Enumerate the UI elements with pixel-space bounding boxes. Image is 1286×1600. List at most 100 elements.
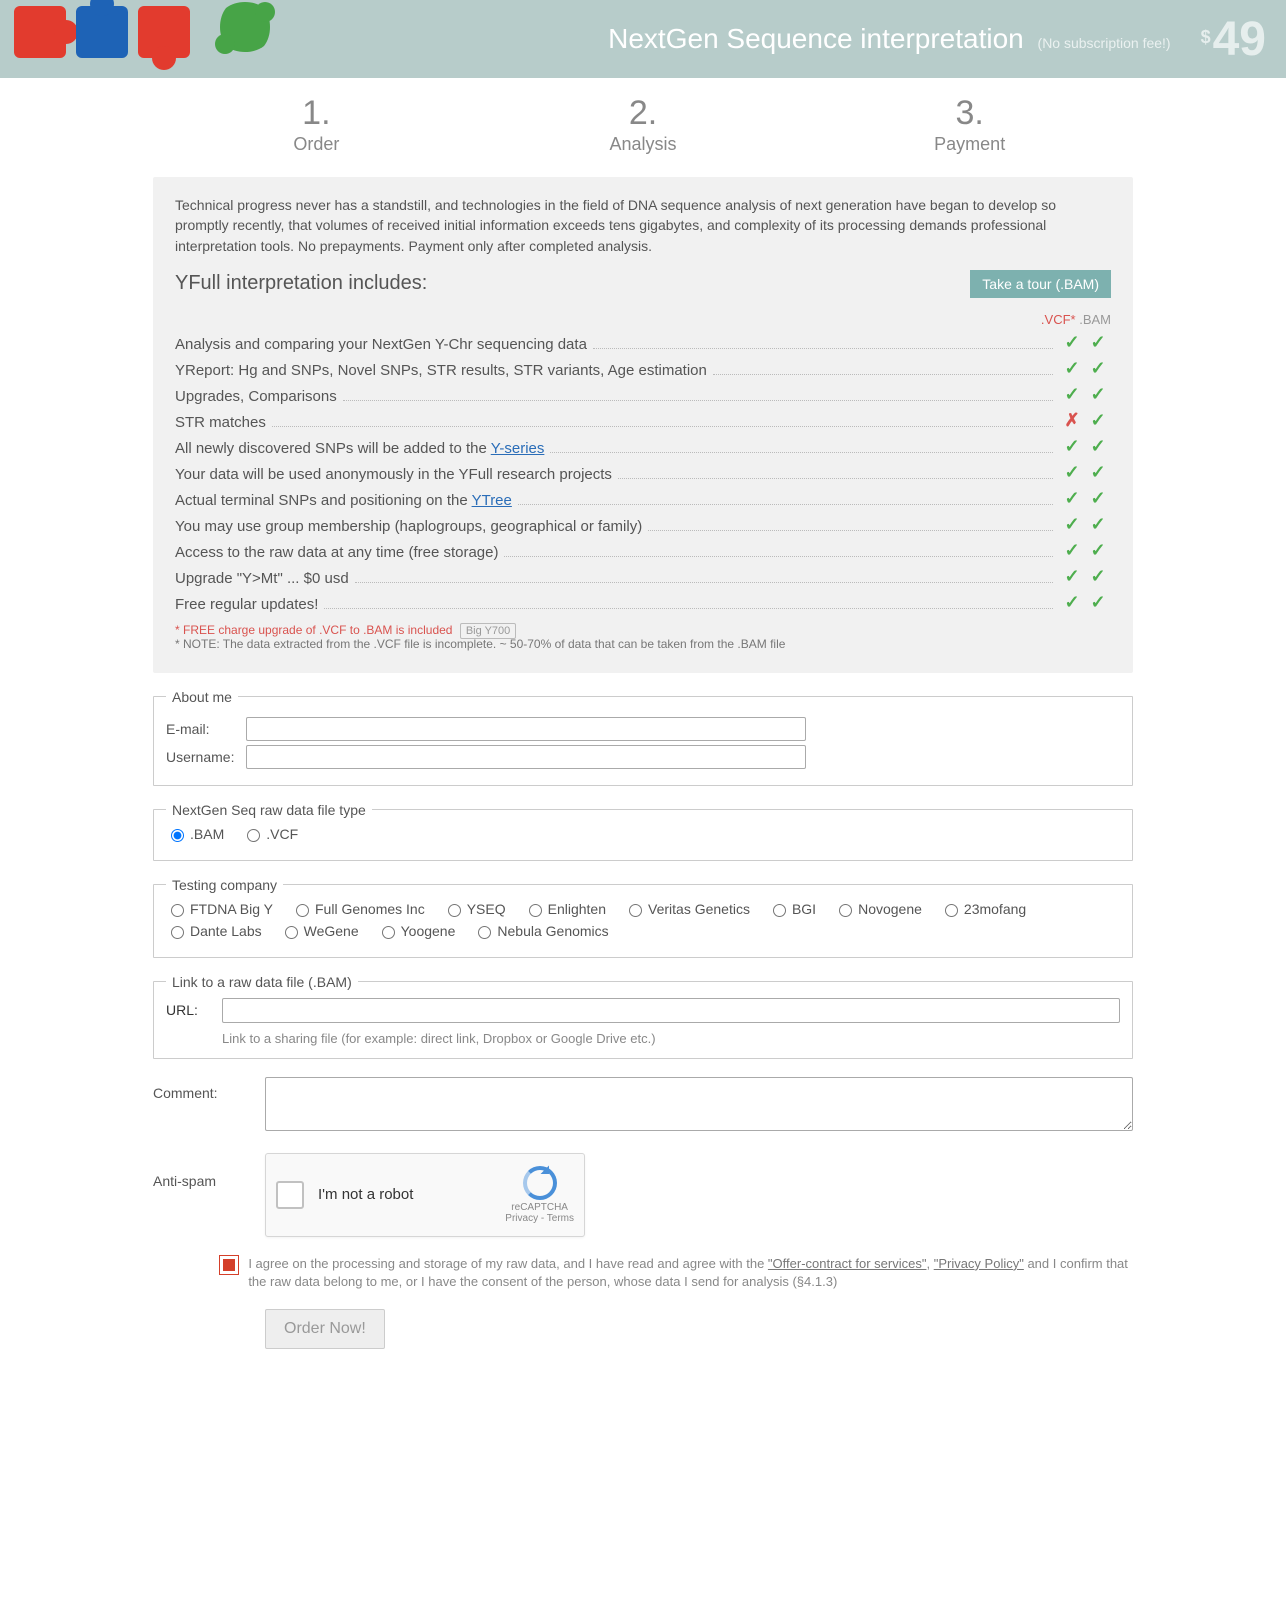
url-hint: Link to a sharing file (for example: dir… <box>222 1031 1120 1046</box>
company-radio[interactable] <box>285 926 298 939</box>
company-option[interactable]: Enlighten <box>524 901 606 917</box>
company-radio[interactable] <box>171 926 184 939</box>
header-bar: NextGen Sequence interpretation (No subs… <box>0 0 1286 78</box>
check-icon: ✓ <box>1085 514 1111 535</box>
feature-link[interactable]: YTree <box>472 492 512 509</box>
feature-row: YReport: Hg and SNPs, Novel SNPs, STR re… <box>175 358 1111 379</box>
price-badge: $49 <box>1201 12 1266 67</box>
company-option[interactable]: Nebula Genomics <box>473 923 608 939</box>
feature-row: Upgrades, Comparisons✓✓ <box>175 384 1111 405</box>
company-radio[interactable] <box>945 904 958 917</box>
company-radio[interactable] <box>629 904 642 917</box>
header-title: NextGen Sequence interpretation (No subs… <box>608 23 1170 55</box>
puzzle-logo <box>6 0 306 78</box>
check-icon: ✓ <box>1059 514 1085 535</box>
recaptcha-logo: reCAPTCHA Privacy - Terms <box>505 1166 574 1224</box>
company-radio[interactable] <box>839 904 852 917</box>
info-panel: Technical progress never has a standstil… <box>153 177 1133 673</box>
step-analysis: 2. Analysis <box>480 96 807 155</box>
company-option[interactable]: Yoogene <box>377 923 456 939</box>
step-payment: 3. Payment <box>806 96 1133 155</box>
feature-row: STR matches ✗✓ <box>175 410 1111 431</box>
company-option[interactable]: FTDNA Big Y <box>166 901 273 917</box>
feature-link[interactable]: Y-series <box>491 440 545 457</box>
feature-text: You may use group membership (haplogroup… <box>175 518 642 535</box>
company-radio[interactable] <box>171 904 184 917</box>
check-icon: ✓ <box>1085 488 1111 509</box>
company-option[interactable]: WeGene <box>280 923 359 939</box>
company-radio[interactable] <box>529 904 542 917</box>
feature-row: All newly discovered SNPs will be added … <box>175 436 1111 457</box>
username-label: Username: <box>166 749 246 765</box>
order-now-button[interactable]: Order Now! <box>265 1309 385 1349</box>
offer-contract-link[interactable]: "Offer-contract for services" <box>768 1256 927 1271</box>
feature-text: Your data will be used anonymously in th… <box>175 466 612 483</box>
step-order: 1. Order <box>153 96 480 155</box>
check-icon: ✓ <box>1085 436 1111 457</box>
includes-heading: YFull interpretation includes: <box>175 272 427 295</box>
progress-steps: 1. Order 2. Analysis 3. Payment <box>153 96 1133 155</box>
url-field[interactable] <box>222 998 1120 1023</box>
check-icon: ✓ <box>1085 462 1111 483</box>
feature-row: Access to the raw data at any time (free… <box>175 540 1111 561</box>
company-option[interactable]: Veritas Genetics <box>624 901 750 917</box>
feature-text: STR matches <box>175 414 266 431</box>
footnotes: * FREE charge upgrade of .VCF to .BAM is… <box>175 623 1111 651</box>
check-icon: ✓ <box>1085 540 1111 561</box>
feature-columns-header: .VCF* .BAM <box>175 312 1111 327</box>
check-icon: ✓ <box>1085 332 1111 353</box>
username-field[interactable] <box>246 745 806 769</box>
check-icon: ✓ <box>1059 384 1085 405</box>
take-tour-button[interactable]: Take a tour (.BAM) <box>970 270 1111 298</box>
order-form: About me E-mail: Username: NextGen Seq r… <box>153 689 1133 1349</box>
feature-row: Upgrade "Y>Mt" ... $0 usd ✓✓ <box>175 566 1111 587</box>
feature-row: Analysis and comparing your NextGen Y-Ch… <box>175 332 1111 353</box>
testing-company-fieldset: Testing company FTDNA Big Y Full Genomes… <box>153 877 1133 958</box>
raw-data-link-fieldset: Link to a raw data file (.BAM) URL: Link… <box>153 974 1133 1059</box>
feature-text: Free regular updates! <box>175 596 318 613</box>
company-radio[interactable] <box>773 904 786 917</box>
check-icon: ✓ <box>1059 592 1085 613</box>
privacy-policy-link[interactable]: "Privacy Policy" <box>934 1256 1024 1271</box>
feature-text: All newly discovered SNPs will be added … <box>175 440 544 457</box>
check-icon: ✓ <box>1059 462 1085 483</box>
feature-row: Your data will be used anonymously in th… <box>175 462 1111 483</box>
filetype-radio[interactable] <box>247 829 260 842</box>
check-icon: ✓ <box>1085 566 1111 587</box>
recaptcha-widget[interactable]: I'm not a robot reCAPTCHA Privacy - Term… <box>265 1153 585 1237</box>
check-icon: ✓ <box>1085 410 1111 431</box>
company-radio[interactable] <box>382 926 395 939</box>
check-icon: ✓ <box>1059 358 1085 379</box>
feature-row: Free regular updates!✓✓ <box>175 592 1111 613</box>
filetype-fieldset: NextGen Seq raw data file type .BAM .VCF <box>153 802 1133 861</box>
check-icon: ✓ <box>1059 566 1085 587</box>
company-radio[interactable] <box>296 904 309 917</box>
company-option[interactable]: BGI <box>768 901 816 917</box>
filetype-radio[interactable] <box>171 829 184 842</box>
company-option[interactable]: Dante Labs <box>166 923 262 939</box>
agree-checkbox[interactable] <box>220 1256 238 1274</box>
company-radio[interactable] <box>448 904 461 917</box>
filetype-option[interactable]: .VCF <box>242 826 298 842</box>
feature-text: Actual terminal SNPs and positioning on … <box>175 492 512 509</box>
email-field[interactable] <box>246 717 806 741</box>
company-option[interactable]: Full Genomes Inc <box>291 901 425 917</box>
feature-text: YReport: Hg and SNPs, Novel SNPs, STR re… <box>175 362 707 379</box>
recaptcha-icon <box>523 1166 557 1200</box>
header-subtitle: (No subscription fee!) <box>1038 35 1171 51</box>
check-icon: ✓ <box>1085 384 1111 405</box>
company-radio[interactable] <box>478 926 491 939</box>
check-icon: ✓ <box>1059 436 1085 457</box>
url-label: URL: <box>166 1002 222 1018</box>
filetype-option[interactable]: .BAM <box>166 826 224 842</box>
check-icon: ✓ <box>1059 332 1085 353</box>
cross-icon: ✗ <box>1059 410 1085 431</box>
about-me-fieldset: About me E-mail: Username: <box>153 689 1133 786</box>
recaptcha-checkbox[interactable] <box>276 1181 304 1209</box>
comment-field[interactable] <box>265 1077 1133 1131</box>
company-option[interactable]: Novogene <box>834 901 922 917</box>
check-icon: ✓ <box>1059 540 1085 561</box>
company-option[interactable]: YSEQ <box>443 901 506 917</box>
feature-text: Upgrade "Y>Mt" ... $0 usd <box>175 570 349 587</box>
company-option[interactable]: 23mofang <box>940 901 1026 917</box>
